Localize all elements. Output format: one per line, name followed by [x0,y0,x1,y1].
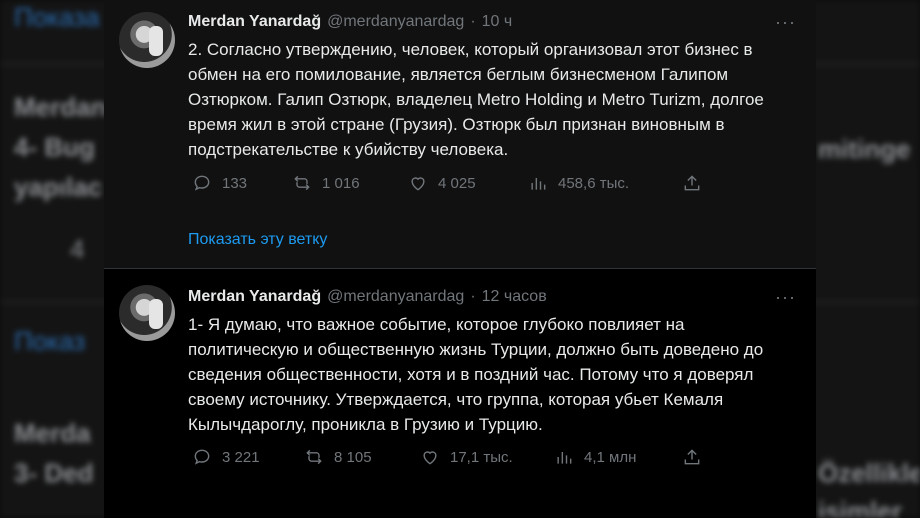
bg-name: Merdan [14,92,107,122]
bg-name: Merda [14,418,91,448]
tweet-card: Merdan Yanardağ @merdanyanardag · 10 ч ·… [104,0,816,518]
bg-text-right: mitinge [818,134,911,164]
tweet[interactable]: Merdan Yanardağ @merdanyanardag · 12 час… [104,268,816,518]
like-button[interactable]: 17,1 тыс. [420,447,513,467]
bg-show-link: Показа [14,2,100,32]
more-icon[interactable]: ··· [775,12,796,33]
tweet-actions: 133 1 016 4 025 458,6 тыс. [188,173,708,197]
tweet-text: 1- Я думаю, что важное событие, которое … [188,315,764,434]
views-button[interactable]: 458,6 тыс. [528,173,629,193]
share-icon [684,449,700,465]
avatar[interactable] [119,285,175,341]
retweet-button[interactable]: 8 105 [304,447,372,467]
reply-button[interactable]: 133 [192,173,247,193]
timestamp[interactable]: 12 часов [482,288,547,306]
more-icon[interactable]: ··· [775,287,796,308]
bg-text-right: Özellikle [818,458,920,488]
bg-show-link: Показ [14,326,86,356]
reply-icon [194,449,210,465]
author-name[interactable]: Merdan Yanardağ [188,13,321,31]
bg-text-right: isimler [818,496,902,518]
retweet-count: 1 016 [322,174,360,192]
show-thread-link[interactable]: Показать эту ветку [188,231,327,249]
share-button[interactable] [682,447,702,467]
reply-icon [194,175,210,191]
retweet-icon [294,175,310,191]
views-chart-icon [531,178,546,190]
like-count: 17,1 тыс. [450,448,513,466]
tweet-header: Merdan Yanardağ @merdanyanardag · 10 ч [188,13,512,31]
views-chart-icon [557,452,572,464]
bg-text-line: 3- Ded [14,458,94,488]
bg-text-line: yapılac [14,172,103,202]
avatar[interactable] [119,12,175,68]
retweet-icon [306,449,322,465]
bg-text-line: 4- Bug [14,132,95,162]
tweet-text: 2. Согласно утверждению, человек, которы… [188,40,764,159]
share-icon [684,175,700,191]
views-count: 4,1 млн [584,448,637,466]
reply-count: 133 [222,174,248,192]
share-button[interactable] [682,173,702,193]
separator-dot: · [470,288,476,305]
reply-button[interactable]: 3 221 [192,447,260,467]
author-name[interactable]: Merdan Yanardağ [188,288,321,306]
separator-dot: · [470,13,476,30]
author-handle[interactable]: @merdanyanardag [327,288,464,306]
views-button[interactable]: 4,1 млн [554,447,636,467]
views-count: 458,6 тыс. [558,174,630,192]
tweet-actions: 3 221 8 105 17,1 тыс. 4,1 млн [188,447,708,471]
like-count: 4 025 [438,174,476,192]
tweet[interactable]: Merdan Yanardağ @merdanyanardag · 10 ч ·… [104,0,816,268]
reply-count: 3 221 [222,448,260,466]
heart-icon [411,177,425,191]
author-handle[interactable]: @merdanyanardag [327,13,464,31]
heart-icon [423,451,437,465]
retweet-button[interactable]: 1 016 [292,173,360,193]
bg-count: 4 [70,234,85,264]
like-button[interactable]: 4 025 [408,173,476,193]
tweet-header: Merdan Yanardağ @merdanyanardag · 12 час… [188,288,547,306]
retweet-count: 8 105 [334,448,372,466]
timestamp[interactable]: 10 ч [482,13,513,31]
